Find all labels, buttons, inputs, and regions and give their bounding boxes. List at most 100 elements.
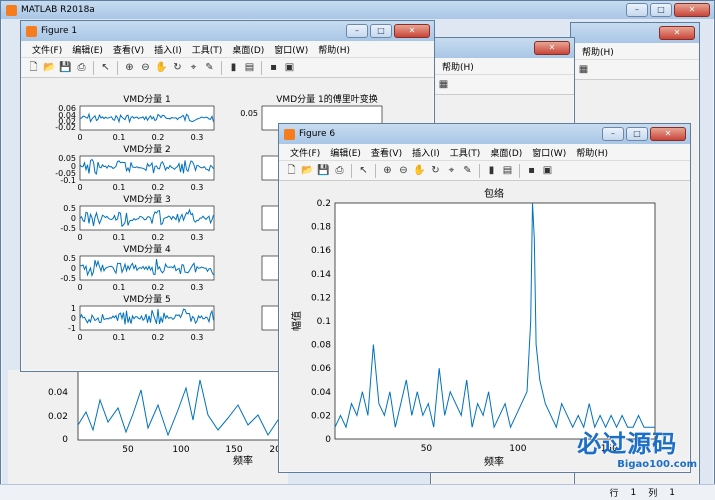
menu-help[interactable]: 帮助(H) [577, 45, 619, 58]
rotate-icon[interactable]: ↻ [429, 164, 442, 177]
print-icon[interactable]: ⎙ [333, 164, 346, 177]
toolbar-separator [479, 163, 480, 178]
maximize-button[interactable]: □ [370, 24, 392, 38]
xtick: 0 [77, 183, 82, 192]
menu-window[interactable]: 窗口(W) [269, 43, 313, 56]
menu-view[interactable]: 查看(V) [366, 146, 407, 159]
xtick: 0.1 [113, 283, 126, 292]
col-label: 列 [648, 489, 658, 499]
menu-tools[interactable]: 工具(T) [445, 146, 486, 159]
figure6-window: Figure 6 – □ ✕ 文件(F) 编辑(E) 查看(V) 插入(I) 工… [278, 123, 691, 473]
open-icon[interactable]: 📂 [43, 61, 56, 74]
maximize-button[interactable]: □ [626, 127, 648, 141]
menu-insert[interactable]: 插入(I) [407, 146, 445, 159]
pointer-icon[interactable]: ↖ [357, 164, 370, 177]
save-icon[interactable]: 💾 [317, 164, 330, 177]
new-figure-icon[interactable]: 🗋 [285, 164, 298, 177]
print-icon[interactable]: ⎙ [75, 61, 88, 74]
save-icon[interactable]: 💾 [59, 61, 72, 74]
colorbar-icon[interactable]: ▮ [227, 61, 240, 74]
menu-desktop[interactable]: 桌面(D) [485, 146, 527, 159]
subplot-4: VMD分量 4 0.5 0 -0.5 0 0.1 0.2 0.3 [60, 244, 215, 292]
close-button[interactable]: ✕ [650, 127, 686, 141]
menu-file[interactable]: 文件(F) [285, 146, 325, 159]
background-toolbar: ▦ [431, 75, 574, 95]
figure6-title: Figure 6 [299, 129, 336, 139]
y-ticks: 0.2 0.18 0.16 0.14 0.12 0.1 0.08 0.06 0.04 0.02 0 [311, 199, 331, 445]
menu-view[interactable]: 查看(V) [108, 43, 149, 56]
menu-window[interactable]: 窗口(W) [527, 146, 571, 159]
close-button[interactable]: ✕ [659, 26, 695, 40]
pan-icon[interactable]: ✋ [413, 164, 426, 177]
minimize-button[interactable]: – [602, 127, 624, 141]
matlab-logo-icon [6, 4, 17, 16]
zoom-in-icon[interactable]: ⊕ [381, 164, 394, 177]
menu-file[interactable]: 文件(F) [27, 43, 67, 56]
menu-help[interactable]: 帮助(H) [313, 43, 355, 56]
pan-icon[interactable]: ✋ [155, 61, 168, 74]
menu-help[interactable]: 帮助(H) [437, 60, 479, 73]
colorbar-icon[interactable]: ▮ [485, 164, 498, 177]
ytick: -0.5 [60, 274, 76, 283]
menu-edit[interactable]: 编辑(E) [67, 43, 108, 56]
figure-icon [26, 25, 37, 37]
figure6-toolbar: 🗋 📂 💾 ⎙ ↖ ⊕ ⊖ ✋ ↻ ⌖ ✎ ▮ ▤ ▪ ▣ [279, 161, 690, 181]
y-tick-label: 0.18 [311, 223, 331, 233]
xtick: 0.3 [191, 283, 204, 292]
y-tick-label: 0 [325, 435, 331, 445]
ytick: 1 [71, 304, 76, 313]
layout-icon[interactable]: ▦ [437, 78, 450, 91]
brush-icon[interactable]: ✎ [203, 61, 216, 74]
chart-title: 包络 [484, 187, 504, 200]
background-plot: 0.04 0.02 0 50 100 150 200 频率 [48, 369, 289, 467]
show-plot-tools-icon[interactable]: ▣ [283, 61, 296, 74]
zoom-in-icon[interactable]: ⊕ [123, 61, 136, 74]
legend-icon[interactable]: ▤ [501, 164, 514, 177]
xtick: 0.2 [152, 183, 165, 192]
data-cursor-icon[interactable]: ⌖ [445, 164, 458, 177]
background-menubar: 帮助(H) [431, 58, 574, 75]
layout-icon[interactable]: ▦ [577, 63, 590, 76]
data-cursor-icon[interactable]: ⌖ [187, 61, 200, 74]
y-axis-label: 幅值 [290, 311, 303, 331]
brush-icon[interactable]: ✎ [461, 164, 474, 177]
menu-tools[interactable]: 工具(T) [187, 43, 228, 56]
close-button[interactable]: ✕ [674, 3, 710, 17]
xtick: 0 [77, 283, 82, 292]
xtick: 0.1 [113, 133, 126, 142]
y-tick-label: 0.12 [311, 293, 331, 303]
pointer-icon[interactable]: ↖ [99, 61, 112, 74]
zoom-out-icon[interactable]: ⊖ [397, 164, 410, 177]
watermark-url: Bigao100.com [617, 459, 697, 470]
y-tick-label: 0.08 [311, 341, 331, 351]
xtick: 0.1 [113, 333, 126, 342]
right-ytick: 0.05 [240, 109, 258, 118]
ytick: -1 [68, 324, 76, 333]
xtick: 0 [77, 333, 82, 342]
minimize-button[interactable]: – [346, 24, 368, 38]
menu-edit[interactable]: 编辑(E) [325, 146, 366, 159]
zoom-out-icon[interactable]: ⊖ [139, 61, 152, 74]
subplot-title: VMD分量 5 [123, 294, 170, 305]
hide-plot-tools-icon[interactable]: ▪ [267, 61, 280, 74]
legend-icon[interactable]: ▤ [243, 61, 256, 74]
maximize-button[interactable]: □ [650, 3, 672, 17]
menu-help[interactable]: 帮助(H) [571, 146, 613, 159]
figure6-menubar: 文件(F) 编辑(E) 查看(V) 插入(I) 工具(T) 桌面(D) 窗口(W… [279, 144, 690, 161]
menu-desktop[interactable]: 桌面(D) [227, 43, 269, 56]
show-plot-tools-icon[interactable]: ▣ [541, 164, 554, 177]
subplot-2: VMD分量 2 0.05 0 -0.05 -0.1 0 0.1 0.2 0.3 [55, 144, 215, 192]
toolbar-separator [261, 60, 262, 75]
status-bar: 行 1 列 1 [0, 484, 715, 500]
y-tick-label: 0.04 [311, 388, 331, 398]
minimize-button[interactable]: – [626, 3, 648, 17]
background-xtick: 100 [172, 445, 189, 455]
toolbar-separator [519, 163, 520, 178]
close-button[interactable]: ✕ [394, 24, 430, 38]
new-figure-icon[interactable]: 🗋 [27, 61, 40, 74]
menu-insert[interactable]: 插入(I) [149, 43, 187, 56]
rotate-icon[interactable]: ↻ [171, 61, 184, 74]
hide-plot-tools-icon[interactable]: ▪ [525, 164, 538, 177]
open-icon[interactable]: 📂 [301, 164, 314, 177]
close-button[interactable]: ✕ [534, 41, 570, 55]
